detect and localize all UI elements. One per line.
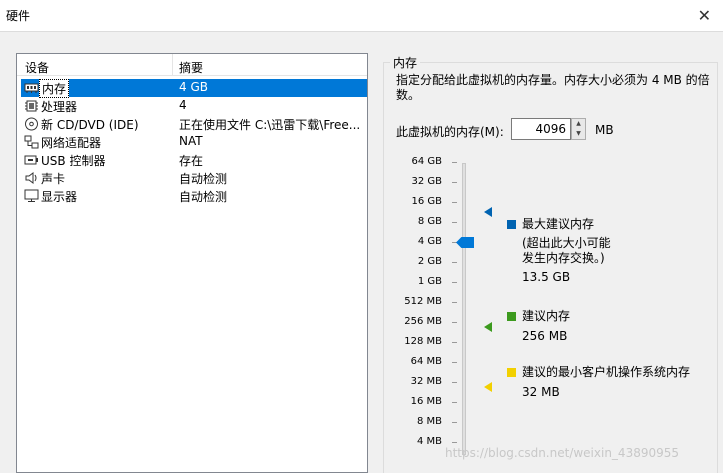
legend-title: 建议内存	[522, 309, 571, 323]
device-list: 设备 摘要 内存 4 GB 处理器 4 新 CD/DVD (IDE) 正在使用文…	[16, 53, 368, 473]
device-row-usb-controller[interactable]: USB 控制器 存在	[21, 151, 367, 169]
scale-label: 16 MB	[410, 396, 442, 407]
memory-unit: MB	[595, 123, 614, 137]
device-row-network-adapter[interactable]: 网络适配器 NAT	[21, 133, 367, 151]
max-recommended-legend: 最大建议内存 (超出此大小可能 发生内存交换。) 13.5 GB	[522, 217, 611, 285]
network-adapter-icon	[24, 135, 39, 149]
scale-label: 4 GB	[417, 236, 442, 247]
scale-label: 32 MB	[410, 376, 442, 387]
max-recommended-swatch-icon	[507, 220, 516, 229]
device-summary: NAT	[179, 134, 203, 148]
scale-label: 128 MB	[404, 336, 442, 347]
device-list-header: 设备 摘要	[17, 54, 367, 76]
guest-min-swatch-icon	[507, 368, 516, 377]
scale-label: 8 GB	[417, 216, 442, 227]
guest-min-legend: 建议的最小客户机操作系统内存 32 MB	[522, 365, 690, 400]
memory-group: 内存 指定分配给此虚拟机的内存量。内存大小必须为 4 MB 的倍数。 此虚拟机的…	[383, 54, 718, 473]
window-title: 硬件	[6, 9, 31, 23]
usb-controller-icon	[24, 155, 38, 165]
legend-title: 建议的最小客户机操作系统内存	[522, 365, 691, 379]
title-bar: 硬件 ✕	[0, 0, 723, 32]
memory-slider-thumb[interactable]	[456, 237, 474, 248]
recommended-legend: 建议内存 256 MB	[522, 309, 570, 344]
scale-label: 64 GB	[411, 156, 442, 167]
device-summary: 存在	[179, 154, 204, 168]
close-icon[interactable]: ✕	[698, 6, 711, 25]
scale-tick	[452, 182, 457, 183]
memory-slider-track[interactable]	[462, 163, 466, 455]
device-name: 网络适配器	[41, 136, 102, 150]
device-summary: 正在使用文件 C:\迅雷下载\Free...	[179, 118, 361, 132]
scale-label: 16 GB	[411, 196, 442, 207]
device-row-memory[interactable]: 内存 4 GB	[21, 79, 367, 98]
legend-value: 13.5 GB	[522, 270, 571, 284]
scale-tick	[452, 302, 457, 303]
cd-dvd-icon	[25, 117, 38, 131]
device-row-display[interactable]: 显示器 自动检测	[21, 187, 367, 205]
scale-tick	[452, 402, 457, 403]
display-icon	[24, 189, 39, 202]
spin-down-icon[interactable]: ▼	[572, 129, 585, 139]
memory-group-title: 内存	[390, 54, 421, 71]
legend-note: 发生内存交换。)	[522, 251, 605, 265]
scale-label: 8 MB	[416, 416, 442, 427]
sound-card-icon	[25, 172, 37, 184]
device-row-cd-dvd[interactable]: 新 CD/DVD (IDE) 正在使用文件 C:\迅雷下载\Free...	[21, 115, 367, 133]
device-row-processor[interactable]: 处理器 4	[21, 97, 367, 115]
device-summary: 4 GB	[179, 80, 208, 94]
scale-tick	[452, 162, 457, 163]
scale-tick	[452, 202, 457, 203]
scale-tick	[452, 222, 457, 223]
column-header-summary[interactable]: 摘要	[179, 59, 203, 76]
legend-value: 32 MB	[522, 385, 560, 399]
scale-tick	[452, 322, 457, 323]
scale-label: 64 MB	[410, 356, 442, 367]
device-name: 显示器	[41, 190, 78, 204]
device-name: USB 控制器	[41, 154, 106, 168]
scale-label: 1 GB	[417, 276, 442, 287]
legend-value: 256 MB	[522, 329, 568, 343]
guest-min-marker-icon	[484, 382, 492, 392]
spin-up-icon[interactable]: ▲	[572, 119, 585, 129]
column-separator	[172, 54, 173, 76]
scale-tick	[452, 262, 457, 263]
processor-icon	[25, 100, 38, 112]
legend-title: 最大建议内存	[522, 217, 595, 231]
scale-label: 512 MB	[404, 296, 442, 307]
device-summary: 自动检测	[179, 172, 228, 186]
max-recommended-marker-icon	[484, 207, 492, 217]
memory-spinner: ▲ ▼	[571, 118, 586, 140]
watermark: https://blog.csdn.net/weixin_43890955	[445, 446, 680, 460]
device-summary: 4	[179, 98, 187, 112]
scale-tick	[452, 422, 457, 423]
scale-tick	[452, 362, 457, 363]
scale-label: 4 MB	[416, 436, 442, 447]
scale-tick	[452, 342, 457, 343]
device-name: 内存	[39, 79, 70, 98]
recommended-swatch-icon	[507, 312, 516, 321]
memory-description: 指定分配给此虚拟机的内存量。内存大小必须为 4 MB 的倍数。	[396, 73, 710, 102]
memory-icon	[24, 83, 39, 93]
scale-label: 2 GB	[417, 256, 442, 267]
column-header-device[interactable]: 设备	[25, 59, 49, 76]
device-row-sound-card[interactable]: 声卡 自动检测	[21, 169, 367, 187]
scale-tick	[452, 442, 457, 443]
memory-input-label: 此虚拟机的内存(M):	[396, 125, 504, 139]
memory-size-input[interactable]	[511, 118, 571, 140]
device-summary: 自动检测	[179, 190, 228, 204]
scale-label: 32 GB	[411, 176, 442, 187]
recommended-marker-icon	[484, 322, 492, 332]
scale-tick	[452, 382, 457, 383]
device-name: 声卡	[41, 172, 66, 186]
device-name: 新 CD/DVD (IDE)	[41, 118, 139, 132]
legend-note: (超出此大小可能	[522, 236, 611, 250]
scale-tick	[452, 282, 457, 283]
device-name: 处理器	[41, 100, 78, 114]
scale-label: 256 MB	[404, 316, 442, 327]
